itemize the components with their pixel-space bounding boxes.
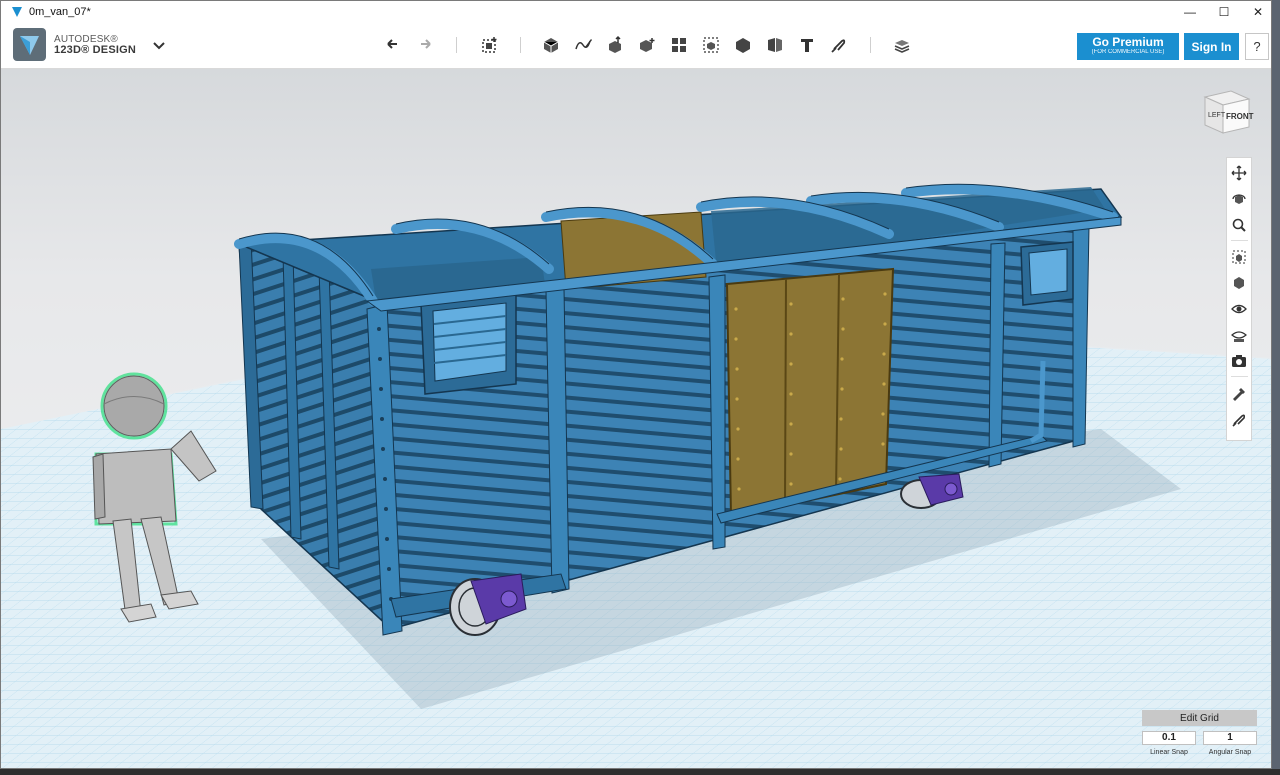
zoom-icon — [1232, 218, 1246, 232]
transform-button[interactable] — [477, 33, 501, 57]
nav-divider — [1231, 240, 1248, 241]
orbit-button[interactable] — [1230, 190, 1248, 208]
undo-icon — [387, 39, 397, 49]
3d-viewport[interactable]: LEFT FRONT Edit Grid 0.1 1 Linear Snap A… — [1, 69, 1271, 768]
construct-icon — [609, 35, 621, 53]
material-icon — [894, 40, 910, 53]
screenshot-icon — [1232, 355, 1246, 367]
navigation-bar — [1226, 157, 1252, 441]
sign-in-button[interactable]: Sign In — [1184, 33, 1239, 60]
chevron-down-icon[interactable] — [151, 37, 167, 53]
edit-grid-title[interactable]: Edit Grid — [1142, 710, 1257, 726]
angular-snap-field[interactable]: 1 — [1203, 731, 1257, 745]
app-window: 0m_van_07* — ☐ ✕ AUTODESK® 123D® DESIGN — [0, 0, 1272, 769]
snap-button[interactable] — [827, 33, 851, 57]
visibility-icon — [1231, 304, 1247, 314]
text-button[interactable] — [795, 33, 819, 57]
window-title: 0m_van_07* — [29, 6, 91, 18]
close-button[interactable]: ✕ — [1241, 1, 1271, 23]
app-icon — [12, 7, 22, 17]
brand-line-1: AUTODESK® — [54, 33, 118, 45]
measure-button[interactable] — [763, 33, 787, 57]
premium-label: Go Premium — [1092, 35, 1164, 49]
visibility-button[interactable] — [1230, 300, 1248, 318]
grouping-button[interactable] — [699, 33, 723, 57]
view-mode-icon — [1234, 277, 1244, 289]
pattern-icon — [672, 38, 686, 52]
materials-view-button[interactable] — [1230, 326, 1248, 344]
background-window-strip — [1272, 0, 1280, 775]
edit-grid-button[interactable] — [1230, 384, 1248, 402]
snap-toggle-icon — [1232, 414, 1246, 427]
brand[interactable]: AUTODESK® 123D® DESIGN — [13, 28, 136, 61]
linear-snap-field[interactable]: 0.1 — [1142, 731, 1196, 745]
text-icon — [801, 39, 813, 52]
fit-icon — [1232, 250, 1246, 264]
angular-snap-label: Angular Snap — [1208, 749, 1252, 756]
combine-icon — [736, 38, 750, 53]
go-premium-button[interactable]: Go Premium (FOR COMMERCIAL USE) — [1077, 33, 1179, 60]
transform-icon — [482, 37, 497, 53]
edit-grid-panel: Edit Grid 0.1 1 Linear Snap Angular Snap — [1142, 710, 1257, 762]
viewcube-front-label: FRONT — [1226, 112, 1254, 121]
minimize-button[interactable]: — — [1173, 1, 1207, 23]
modify-icon — [640, 38, 655, 52]
toolbar-divider — [870, 37, 871, 53]
model-scene — [1, 183, 1271, 768]
taskbar-strip — [0, 769, 1280, 775]
nav-divider — [1231, 376, 1248, 377]
combine-button[interactable] — [731, 33, 755, 57]
sketch-icon — [575, 39, 592, 50]
zoom-button[interactable] — [1230, 216, 1248, 234]
pan-icon — [1231, 165, 1247, 181]
premium-sub-label: (FOR COMMERCIAL USE) — [1091, 49, 1165, 55]
title-bar: 0m_van_07* — [1, 1, 1271, 23]
pattern-button[interactable] — [667, 33, 691, 57]
undo-button[interactable] — [381, 33, 405, 57]
pan-button[interactable] — [1230, 164, 1248, 182]
redo-button[interactable] — [413, 33, 437, 57]
construct-button[interactable] — [603, 33, 627, 57]
edit-grid-icon — [1233, 388, 1245, 401]
viewcube-left-label: LEFT — [1208, 112, 1226, 119]
material-button[interactable] — [890, 33, 914, 57]
modify-button[interactable] — [635, 33, 659, 57]
viewcube[interactable]: LEFT FRONT — [1197, 83, 1257, 141]
snap-toggle-button[interactable] — [1230, 410, 1248, 428]
screenshot-button[interactable] — [1230, 352, 1248, 370]
grouping-icon — [703, 37, 719, 53]
orbit-icon — [1232, 194, 1246, 204]
autodesk-logo-icon — [13, 28, 46, 61]
view-mode-button[interactable] — [1230, 274, 1248, 292]
primitives-button[interactable] — [539, 33, 563, 57]
fit-button[interactable] — [1230, 248, 1248, 266]
redo-icon — [421, 39, 431, 49]
linear-snap-label: Linear Snap — [1150, 749, 1188, 756]
brand-line-2: 123D® DESIGN — [54, 43, 137, 56]
measure-icon — [768, 38, 782, 52]
main-toolbar: AUTODESK® 123D® DESIGN Go Premium (FOR C… — [1, 23, 1271, 69]
snap-icon — [831, 39, 846, 53]
toolbar-divider — [456, 37, 457, 53]
toolbar-divider — [520, 37, 521, 53]
maximize-button[interactable]: ☐ — [1207, 1, 1241, 23]
primitives-icon — [543, 38, 559, 53]
help-button[interactable]: ? — [1245, 33, 1269, 60]
materials-view-icon — [1231, 331, 1247, 342]
sketch-button[interactable] — [571, 33, 595, 57]
